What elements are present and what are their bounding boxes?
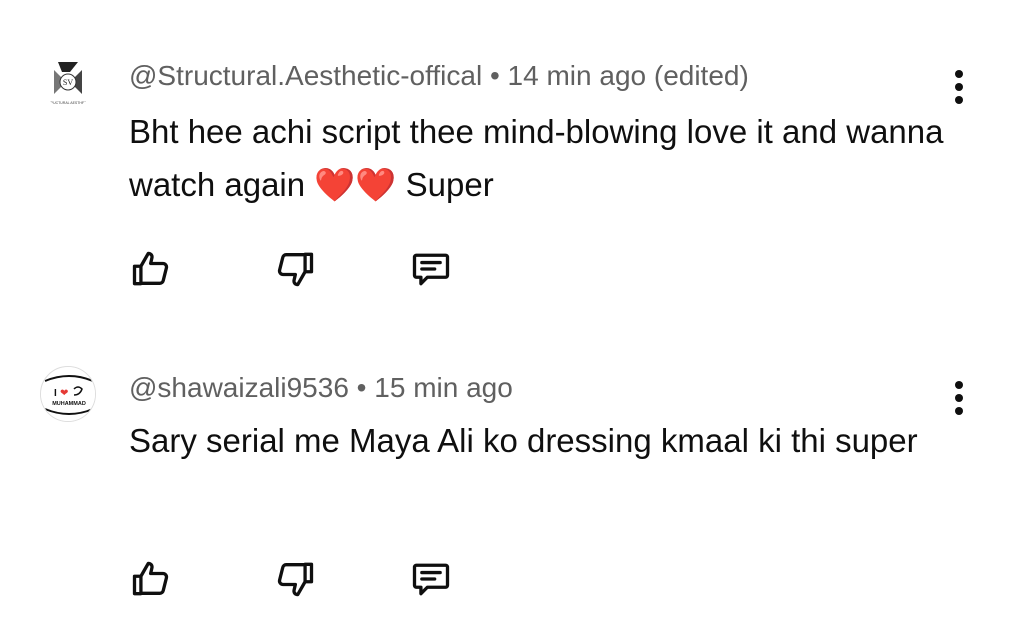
thumb-down-outline-icon: [277, 252, 314, 287]
vertical-dots-icon: [955, 70, 963, 78]
avatar-name: MUHAMMAD: [52, 401, 86, 407]
avatar-logo-image: SV STRUCTURAL AESTHETIC: [40, 52, 96, 108]
avatar-caption: STRUCTURAL AESTHETIC: [46, 101, 90, 105]
comment-item: SV STRUCTURAL AESTHETIC @Structural.Aest…: [0, 0, 1024, 318]
author-avatar[interactable]: SV STRUCTURAL AESTHETIC: [40, 52, 96, 108]
author-name[interactable]: @shawaizali9536: [129, 372, 349, 403]
author-avatar[interactable]: I ❤ MUHAMMAD: [40, 366, 96, 422]
comment-actions: [126, 553, 486, 605]
more-options-button[interactable]: [944, 373, 974, 423]
more-options-button[interactable]: [944, 62, 974, 112]
thumb-up-outline-icon: [132, 561, 169, 596]
comment-text: Bht hee achi script thee mind-blowing lo…: [129, 113, 944, 203]
comment-actions: [126, 243, 486, 295]
vertical-dot: [955, 83, 963, 91]
vertical-dot: [955, 407, 963, 415]
dislike-button[interactable]: [270, 553, 320, 605]
meta-separator: •: [356, 372, 367, 403]
thumb-up-outline-icon: [132, 251, 169, 286]
vertical-dot: [955, 96, 963, 104]
avatar-monogram: SV: [63, 78, 73, 87]
comment-header: @shawaizali9536 • 15 min ago: [129, 371, 513, 405]
like-button[interactable]: [126, 553, 176, 605]
comment-reply-icon: [412, 563, 450, 596]
reply-button[interactable]: [406, 553, 456, 605]
comment-text: Sary serial me Maya Ali ko dressing kmaa…: [129, 422, 918, 459]
vertical-dot: [955, 394, 963, 402]
avatar-logo-image: I ❤ MUHAMMAD: [41, 367, 95, 421]
comment-header: @Structural.Aesthetic-offical • 14 min a…: [129, 59, 749, 93]
comment-timestamp: 14 min ago (edited): [507, 60, 749, 91]
meta-separator: •: [489, 60, 500, 91]
comment-item: I ❤ MUHAMMAD @shawaizali9536 • 15 min ag…: [0, 318, 1024, 629]
comment-reply-icon: [412, 253, 450, 286]
comment-timestamp: 15 min ago: [374, 372, 513, 403]
thumb-down-outline-icon: [277, 562, 314, 597]
dislike-button[interactable]: [270, 243, 320, 295]
reply-button[interactable]: [406, 243, 456, 295]
avatar-letter: I: [54, 388, 57, 399]
like-button[interactable]: [126, 243, 176, 295]
vertical-dots-icon: [955, 381, 963, 389]
heart-icon: ❤: [60, 388, 68, 399]
author-name[interactable]: @Structural.Aesthetic-offical: [129, 60, 482, 91]
